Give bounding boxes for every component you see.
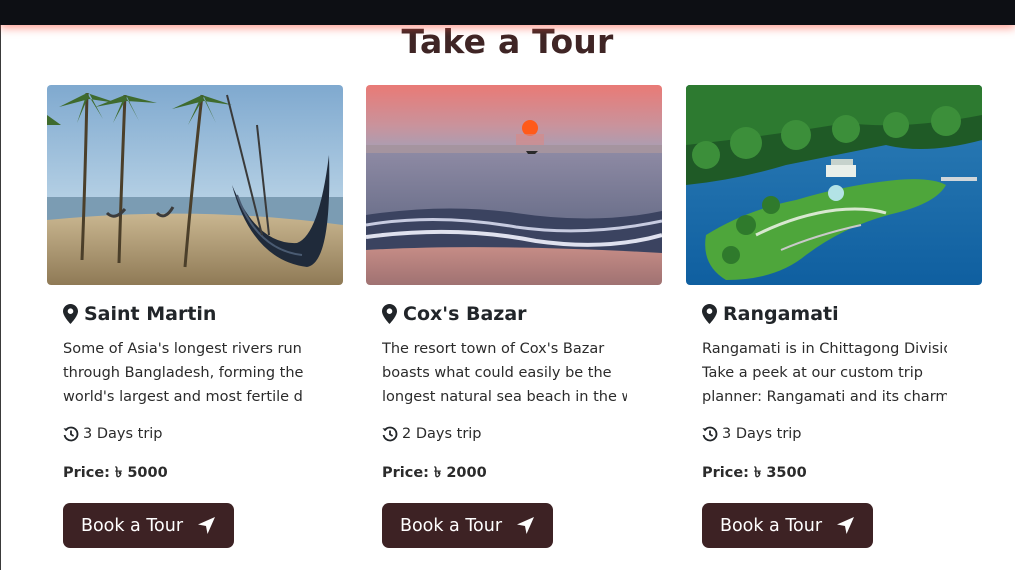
tour-card-coxs-bazar: Cox's Bazar The resort town of Cox's Baz…	[366, 85, 662, 548]
tour-location-title: Rangamati	[702, 303, 982, 325]
history-icon	[63, 426, 79, 442]
tour-duration: 3 Days trip	[63, 424, 343, 444]
tour-description-line: Take a peek at our custom trip	[702, 365, 923, 381]
tour-description-line: longest natural sea beach in the worl	[382, 389, 627, 405]
tour-location-name: Cox's Bazar	[403, 303, 527, 325]
tour-description-line: world's largest and most fertile d	[63, 389, 303, 405]
price-value: ৳ 2000	[434, 465, 487, 481]
map-marker-icon	[63, 304, 78, 324]
price-value: ৳ 3500	[754, 465, 807, 481]
left-border	[0, 25, 1, 570]
price-label: Price:	[382, 465, 429, 481]
price-label: Price:	[63, 465, 110, 481]
tour-description: The resort town of Cox's Bazar boasts wh…	[382, 337, 627, 409]
book-tour-button[interactable]: Book a Tour	[63, 503, 234, 548]
tour-price: Price: ৳ 2000	[382, 462, 662, 482]
tour-location-title: Saint Martin	[63, 303, 343, 325]
tour-image-rangamati	[686, 85, 982, 285]
tour-description: Some of Asia's longest rivers run throug…	[63, 337, 308, 409]
tour-card-rangamati: Rangamati Rangamati is in Chittagong Div…	[686, 85, 982, 548]
tour-description-line: planner: Rangamati and its charm	[702, 389, 947, 405]
book-tour-button-label: Book a Tour	[80, 515, 184, 536]
tour-duration: 3 Days trip	[702, 424, 982, 444]
tour-location-name: Saint Martin	[84, 303, 217, 325]
book-tour-button-label: Book a Tour	[399, 515, 503, 536]
tour-card-saint-martin: Saint Martin Some of Asia's longest rive…	[47, 85, 343, 548]
map-marker-icon	[702, 304, 717, 324]
tour-price: Price: ৳ 5000	[63, 462, 343, 482]
history-icon	[382, 426, 398, 442]
price-value: ৳ 5000	[115, 465, 168, 481]
tour-location-name: Rangamati	[723, 303, 839, 325]
section-title: Take a Tour	[401, 22, 614, 61]
tour-description: Rangamati is in Chittagong Division. Tak…	[702, 337, 947, 409]
tour-description-line: Some of Asia's longest rivers run	[63, 341, 302, 357]
map-marker-icon	[382, 304, 397, 324]
tour-duration: 2 Days trip	[382, 424, 662, 444]
book-tour-button-label: Book a Tour	[719, 515, 823, 536]
tour-description-line: through Bangladesh, forming the	[63, 365, 304, 381]
tour-duration-text: 3 Days trip	[722, 426, 802, 442]
tour-duration-text: 3 Days trip	[83, 426, 163, 442]
tour-description-line: boasts what could easily be the	[382, 365, 612, 381]
tour-location-title: Cox's Bazar	[382, 303, 662, 325]
location-arrow-icon	[517, 517, 535, 534]
price-label: Price:	[702, 465, 749, 481]
tour-image-saint-martin	[47, 85, 343, 285]
tour-duration-text: 2 Days trip	[402, 426, 482, 442]
history-icon	[702, 426, 718, 442]
book-tour-button[interactable]: Book a Tour	[702, 503, 873, 548]
tour-image-coxs-bazar	[366, 85, 662, 285]
tour-description-line: The resort town of Cox's Bazar	[382, 341, 605, 357]
location-arrow-icon	[837, 517, 855, 534]
location-arrow-icon	[198, 517, 216, 534]
top-navbar	[0, 0, 1015, 25]
tour-price: Price: ৳ 3500	[702, 462, 982, 482]
book-tour-button[interactable]: Book a Tour	[382, 503, 553, 548]
tour-description-line: Rangamati is in Chittagong Division.	[702, 341, 947, 357]
